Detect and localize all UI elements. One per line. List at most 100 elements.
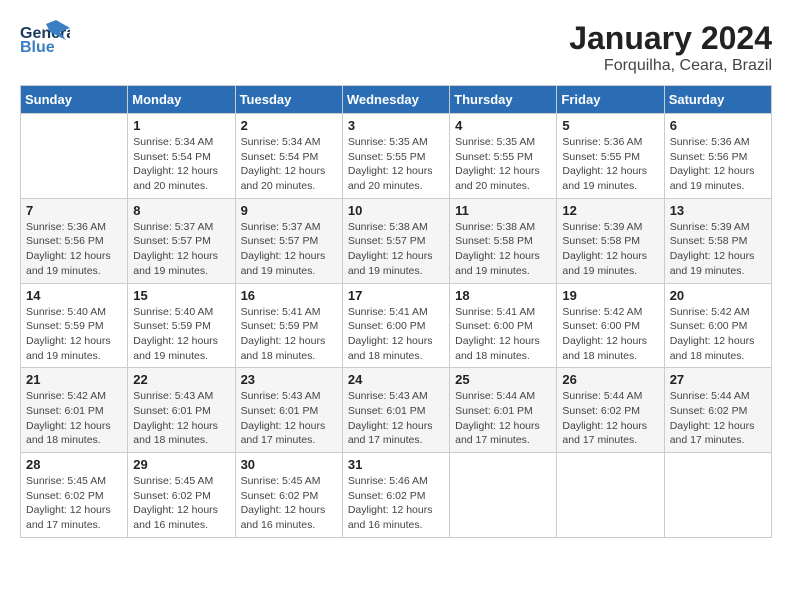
calendar-cell: 18Sunrise: 5:41 AM Sunset: 6:00 PM Dayli… [450,283,557,368]
calendar-cell [450,453,557,538]
day-number: 2 [241,118,337,133]
day-number: 6 [670,118,766,133]
calendar-cell: 26 Sunrise: 5:44 AM Sunset: 6:02 PM Dayli… [557,368,664,453]
day-number: 30 [241,457,337,472]
calendar-cell: 2 Sunrise: 5:34 AM Sunset: 5:54 PM Daylig… [235,114,342,199]
calendar-cell: 20 Sunrise: 5:42 AM Sunset: 6:00 PM Dayli… [664,283,771,368]
day-info: Sunrise: 5:34 AM Sunset: 5:54 PM Dayligh… [133,135,229,194]
day-number: 19 [562,288,658,303]
day-info: Sunrise: 5:42 AM Sunset: 6:00 PM Dayligh… [670,305,766,364]
calendar-cell: 8 Sunrise: 5:37 AM Sunset: 5:57 PM Daylig… [128,198,235,283]
day-info: Sunrise: 5:43 AM Sunset: 6:01 PM Dayligh… [241,389,337,448]
day-info: Sunrise: 5:37 AM Sunset: 5:57 PM Dayligh… [133,220,229,279]
day-number: 16 [241,288,337,303]
calendar-cell: 27 Sunrise: 5:44 AM Sunset: 6:02 PM Dayli… [664,368,771,453]
week-row-2: 7 Sunrise: 5:36 AM Sunset: 5:56 PM Daylig… [21,198,772,283]
day-number: 23 [241,372,337,387]
week-row-4: 21 Sunrise: 5:42 AM Sunset: 6:01 PM Dayli… [21,368,772,453]
calendar-cell [664,453,771,538]
day-number: 8 [133,203,229,218]
day-number: 22 [133,372,229,387]
day-info: Sunrise: 5:45 AM Sunset: 6:02 PM Dayligh… [241,474,337,533]
calendar-cell: 10 Sunrise: 5:38 AM Sunset: 5:57 PM Dayli… [342,198,449,283]
day-number: 15 [133,288,229,303]
calendar-cell: 7 Sunrise: 5:36 AM Sunset: 5:56 PM Daylig… [21,198,128,283]
day-info: Sunrise: 5:40 AM Sunset: 5:59 PM Dayligh… [133,305,229,364]
day-number: 3 [348,118,444,133]
page-header: General Blue January 2024 Forquilha, Cea… [20,20,772,75]
calendar-cell: 31 Sunrise: 5:46 AM Sunset: 6:02 PM Dayli… [342,453,449,538]
week-row-3: 14Sunrise: 5:40 AM Sunset: 5:59 PM Dayli… [21,283,772,368]
day-info: Sunrise: 5:43 AM Sunset: 6:01 PM Dayligh… [133,389,229,448]
calendar-cell: 15 Sunrise: 5:40 AM Sunset: 5:59 PM Dayli… [128,283,235,368]
page-title: January 2024 [569,20,772,57]
calendar-cell: 28Sunrise: 5:45 AM Sunset: 6:02 PM Dayli… [21,453,128,538]
calendar-cell: 3 Sunrise: 5:35 AM Sunset: 5:55 PM Daylig… [342,114,449,199]
day-number: 4 [455,118,551,133]
day-info: Sunrise: 5:36 AM Sunset: 5:56 PM Dayligh… [670,135,766,194]
day-info: Sunrise: 5:41 AM Sunset: 5:59 PM Dayligh… [241,305,337,364]
day-number: 10 [348,203,444,218]
day-info: Sunrise: 5:35 AM Sunset: 5:55 PM Dayligh… [455,135,551,194]
day-info: Sunrise: 5:38 AM Sunset: 5:58 PM Dayligh… [455,220,551,279]
day-info: Sunrise: 5:42 AM Sunset: 6:01 PM Dayligh… [26,389,122,448]
header-saturday: Saturday [664,86,771,114]
day-info: Sunrise: 5:43 AM Sunset: 6:01 PM Dayligh… [348,389,444,448]
day-number: 11 [455,203,551,218]
calendar-header-row: SundayMondayTuesdayWednesdayThursdayFrid… [21,86,772,114]
header-thursday: Thursday [450,86,557,114]
calendar-cell: 21 Sunrise: 5:42 AM Sunset: 6:01 PM Dayli… [21,368,128,453]
day-number: 24 [348,372,444,387]
calendar-cell: 5Sunrise: 5:36 AM Sunset: 5:55 PM Daylig… [557,114,664,199]
header-wednesday: Wednesday [342,86,449,114]
calendar-cell: 13Sunrise: 5:39 AM Sunset: 5:58 PM Dayli… [664,198,771,283]
header-friday: Friday [557,86,664,114]
day-info: Sunrise: 5:46 AM Sunset: 6:02 PM Dayligh… [348,474,444,533]
day-number: 17 [348,288,444,303]
calendar-cell: 16 Sunrise: 5:41 AM Sunset: 5:59 PM Dayli… [235,283,342,368]
day-info: Sunrise: 5:40 AM Sunset: 5:59 PM Dayligh… [26,305,122,364]
day-number: 26 [562,372,658,387]
calendar-cell: 6 Sunrise: 5:36 AM Sunset: 5:56 PM Daylig… [664,114,771,199]
week-row-5: 28Sunrise: 5:45 AM Sunset: 6:02 PM Dayli… [21,453,772,538]
day-number: 1 [133,118,229,133]
day-number: 9 [241,203,337,218]
day-info: Sunrise: 5:39 AM Sunset: 5:58 PM Dayligh… [562,220,658,279]
day-info: Sunrise: 5:35 AM Sunset: 5:55 PM Dayligh… [348,135,444,194]
calendar-cell: 30 Sunrise: 5:45 AM Sunset: 6:02 PM Dayli… [235,453,342,538]
calendar-cell: 17 Sunrise: 5:41 AM Sunset: 6:00 PM Dayli… [342,283,449,368]
day-info: Sunrise: 5:38 AM Sunset: 5:57 PM Dayligh… [348,220,444,279]
day-info: Sunrise: 5:36 AM Sunset: 5:55 PM Dayligh… [562,135,658,194]
day-info: Sunrise: 5:34 AM Sunset: 5:54 PM Dayligh… [241,135,337,194]
day-info: Sunrise: 5:44 AM Sunset: 6:02 PM Dayligh… [670,389,766,448]
title-block: January 2024 Forquilha, Ceara, Brazil [569,20,772,75]
day-info: Sunrise: 5:44 AM Sunset: 6:02 PM Dayligh… [562,389,658,448]
calendar-cell: 24 Sunrise: 5:43 AM Sunset: 6:01 PM Dayli… [342,368,449,453]
calendar-cell [557,453,664,538]
svg-text:Blue: Blue [20,39,55,55]
calendar-cell: 11 Sunrise: 5:38 AM Sunset: 5:58 PM Dayli… [450,198,557,283]
day-number: 27 [670,372,766,387]
calendar-cell [21,114,128,199]
day-number: 20 [670,288,766,303]
calendar-table: SundayMondayTuesdayWednesdayThursdayFrid… [20,85,772,538]
day-number: 7 [26,203,122,218]
logo: General Blue [20,20,70,55]
page-subtitle: Forquilha, Ceara, Brazil [569,57,772,75]
header-monday: Monday [128,86,235,114]
day-number: 31 [348,457,444,472]
header-tuesday: Tuesday [235,86,342,114]
day-info: Sunrise: 5:42 AM Sunset: 6:00 PM Dayligh… [562,305,658,364]
header-sunday: Sunday [21,86,128,114]
calendar-cell: 25Sunrise: 5:44 AM Sunset: 6:01 PM Dayli… [450,368,557,453]
day-info: Sunrise: 5:36 AM Sunset: 5:56 PM Dayligh… [26,220,122,279]
day-info: Sunrise: 5:41 AM Sunset: 6:00 PM Dayligh… [348,305,444,364]
calendar-cell: 22 Sunrise: 5:43 AM Sunset: 6:01 PM Dayli… [128,368,235,453]
calendar-cell: 14Sunrise: 5:40 AM Sunset: 5:59 PM Dayli… [21,283,128,368]
calendar-cell: 29Sunrise: 5:45 AM Sunset: 6:02 PM Dayli… [128,453,235,538]
day-number: 21 [26,372,122,387]
day-number: 12 [562,203,658,218]
day-number: 13 [670,203,766,218]
calendar-cell: 23 Sunrise: 5:43 AM Sunset: 6:01 PM Dayli… [235,368,342,453]
day-number: 18 [455,288,551,303]
